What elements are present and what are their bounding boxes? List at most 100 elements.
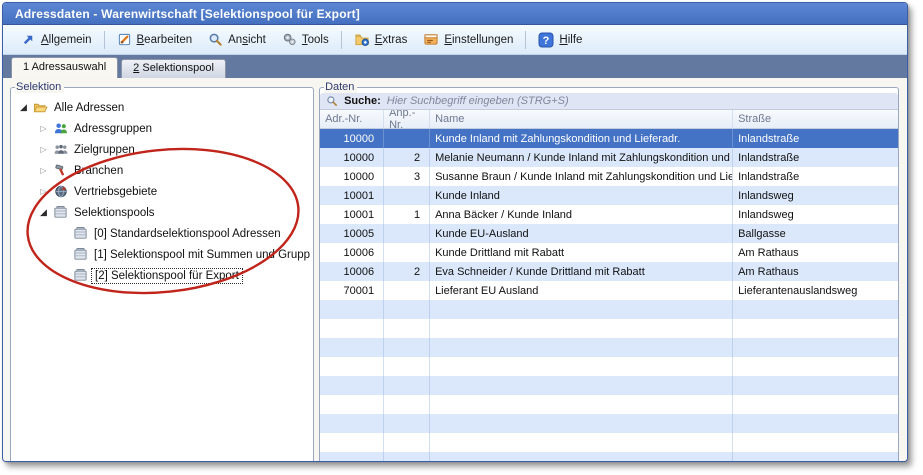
menu-item-ansicht[interactable]: Ansicht — [200, 29, 274, 50]
table-cell: Am Rathaus — [733, 262, 898, 281]
tree-item-label: [2] Selektionspool für Export — [91, 268, 243, 284]
tree-collapsed-icon[interactable]: ▷ — [37, 187, 50, 196]
table-cell: Ballgasse — [733, 224, 898, 243]
tree-item-branchen[interactable]: ▷ Branchen — [11, 160, 313, 181]
tree-collapsed-icon[interactable]: ▷ — [37, 166, 50, 175]
table-empty-row — [320, 395, 898, 414]
tree-item-alle-adressen[interactable]: ◢Alle Adressen — [11, 97, 313, 118]
arrow-up-right-icon — [21, 32, 36, 47]
table-empty-cell — [384, 300, 430, 319]
tree-item-vertriebsgebiete[interactable]: ▷ Vertriebsgebiete — [11, 181, 313, 202]
table-cell: 10001 — [320, 205, 384, 224]
tree-item-selektionspools[interactable]: ◢Selektionspools — [11, 202, 313, 223]
tree-expanded-icon[interactable]: ◢ — [37, 207, 50, 218]
menu-item-bearbeiten[interactable]: Bearbeiten — [109, 29, 201, 50]
table-cell: 10000 — [320, 148, 384, 167]
table-empty-cell — [733, 300, 898, 319]
table-empty-cell — [384, 433, 430, 452]
table-row[interactable]: 100011Anna Bäcker / Kunde InlandInlandsw… — [320, 205, 898, 224]
table-cell: 10001 — [320, 186, 384, 205]
table-empty-row — [320, 338, 898, 357]
table-empty-cell — [320, 338, 384, 357]
table-cell — [384, 129, 430, 148]
table-cell: Kunde Inland mit Zahlungskondition und L… — [430, 129, 733, 148]
tree-collapsed-icon[interactable]: ▷ — [37, 145, 50, 154]
table-empty-cell — [320, 433, 384, 452]
table-cell: 10005 — [320, 224, 384, 243]
tab-2-selektionspool[interactable]: 2 Selektionspool — [121, 59, 226, 78]
tree-expanded-icon[interactable]: ◢ — [17, 102, 30, 113]
tree-item-label: Branchen — [71, 164, 126, 178]
selection-pool-icon — [70, 268, 91, 283]
selection-pool-icon — [70, 247, 91, 262]
selection-legend: Selektion — [15, 81, 64, 93]
table-row[interactable]: 100062Eva Schneider / Kunde Drittland mi… — [320, 262, 898, 281]
tab-1-adressauswahl[interactable]: 1 Adressauswahl — [11, 57, 118, 78]
column-header-adr-nr[interactable]: Adr.-Nr. — [320, 110, 384, 128]
menu-separator — [525, 31, 526, 49]
table-empty-cell — [733, 319, 898, 338]
table-empty-cell — [733, 357, 898, 376]
search-bar[interactable]: Suche: Hier Suchbegriff eingeben (STRG+S… — [320, 93, 898, 110]
table-empty-cell — [430, 414, 733, 433]
menu-item-label: Einstellungen — [444, 34, 513, 46]
table-row[interactable]: 10000Kunde Inland mit Zahlungskondition … — [320, 129, 898, 148]
menu-item-einstellungen[interactable]: Einstellungen — [415, 29, 521, 50]
column-header-anp-nr[interactable]: Anp.-Nr. — [384, 110, 430, 128]
table-row[interactable]: 100002Melanie Neumann / Kunde Inland mit… — [320, 148, 898, 167]
tree-item-zielgruppen[interactable]: ▷Zielgruppen — [11, 139, 313, 160]
table-cell: 10000 — [320, 167, 384, 186]
title-bar[interactable]: Adressdaten - Warenwirtschaft [Selektion… — [3, 3, 907, 25]
table-empty-cell — [430, 395, 733, 414]
column-header-name[interactable]: Name — [430, 110, 733, 128]
svg-text:?: ? — [543, 35, 550, 47]
target-groups-icon — [50, 142, 71, 157]
table-cell: Susanne Braun / Kunde Inland mit Zahlung… — [430, 167, 733, 186]
tree-item-label: Adressgruppen — [71, 122, 155, 136]
table-empty-cell — [384, 414, 430, 433]
table-cell: Kunde Inland — [430, 186, 733, 205]
table-empty-row — [320, 319, 898, 338]
menu-item-label: Bearbeiten — [137, 34, 193, 46]
tree-item-1-selektionspool-mit-summen-und-grupp[interactable]: [1] Selektionspool mit Summen und Grupp — [11, 244, 313, 265]
app-window: Adressdaten - Warenwirtschaft [Selektion… — [2, 2, 908, 462]
tree-item-0-standardselektionspool-adressen[interactable]: [0] Standardselektionspool Adressen — [11, 223, 313, 244]
table-empty-cell — [384, 357, 430, 376]
settings-icon — [423, 32, 439, 47]
table-empty-cell — [384, 452, 430, 462]
table-cell: Inlandsweg — [733, 186, 898, 205]
column-header-stra-e[interactable]: Straße — [733, 110, 898, 128]
table-row[interactable]: 100003Susanne Braun / Kunde Inland mit Z… — [320, 167, 898, 186]
table-empty-row — [320, 414, 898, 433]
menu-item-allgemein[interactable]: Allgemein — [13, 29, 100, 50]
tree-collapsed-icon[interactable]: ▷ — [37, 124, 50, 133]
table-empty-cell — [430, 376, 733, 395]
table-empty-cell — [430, 433, 733, 452]
table-empty-cell — [733, 433, 898, 452]
table-empty-cell — [733, 338, 898, 357]
table-empty-row — [320, 376, 898, 395]
tree-item-label: Vertriebsgebiete — [71, 185, 160, 199]
table-cell: 2 — [384, 262, 430, 281]
table-row[interactable]: 10005Kunde EU-AuslandBallgasse — [320, 224, 898, 243]
table-cell: Eva Schneider / Kunde Drittland mit Raba… — [430, 262, 733, 281]
menu-item-label: Ansicht — [228, 34, 266, 46]
table-row[interactable]: 70001Lieferant EU AuslandLieferantenausl… — [320, 281, 898, 300]
tree-item-2-selektionspool-f-r-export[interactable]: [2] Selektionspool für Export — [11, 265, 313, 286]
tree-item-adressgruppen[interactable]: ▷ Adressgruppen — [11, 118, 313, 139]
menu-item-extras[interactable]: Extras — [346, 29, 416, 50]
table-empty-cell — [430, 452, 733, 462]
selection-pool-icon — [50, 205, 71, 220]
search-icon — [326, 95, 338, 107]
menu-item-hilfe[interactable]: ?Hilfe — [530, 29, 590, 51]
table-row[interactable]: 10001 Kunde InlandInlandsweg — [320, 186, 898, 205]
table-cell: Am Rathaus — [733, 243, 898, 262]
menu-item-tools[interactable]: Tools — [274, 29, 337, 50]
table-cell: Inlandstraße — [733, 148, 898, 167]
table-empty-cell — [320, 452, 384, 462]
table-row[interactable]: 10006Kunde Drittland mit RabattAm Rathau… — [320, 243, 898, 262]
table-empty-row — [320, 452, 898, 462]
search-label: Suche: — [344, 95, 381, 107]
table-cell: 1 — [384, 205, 430, 224]
menu-separator — [341, 31, 342, 49]
